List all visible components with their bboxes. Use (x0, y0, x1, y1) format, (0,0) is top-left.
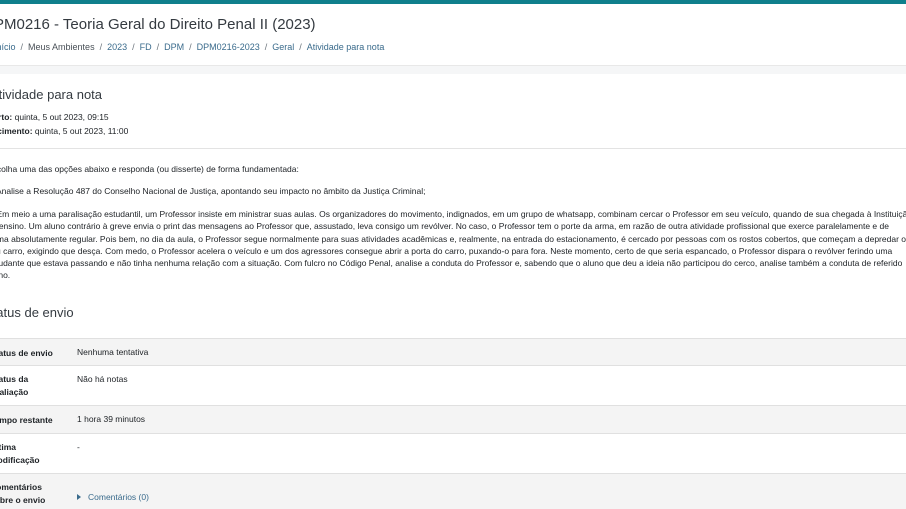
option-2-line: 2. Em meio a uma paralisação estudantil,… (0, 209, 906, 219)
row-value: - (77, 442, 80, 452)
instructions-text: Escolha uma das opções abaixo e responda… (0, 164, 299, 174)
header-gap (0, 66, 906, 74)
row-label: Tempo restante (0, 415, 53, 425)
activity-title: Atividade para nota (0, 87, 103, 102)
course-title: PM0216 - Teoria Geral do Direito Penal I… (0, 16, 316, 33)
breadcrumb-dpm[interactable]: DPM (164, 42, 184, 52)
row-label: Última modificação (0, 442, 40, 465)
row-label: Status da avaliação (0, 374, 29, 397)
caret-right-icon (77, 494, 81, 500)
breadcrumb-separator: / (99, 42, 103, 52)
due-label: Vencimento: (0, 126, 33, 136)
row-value: Nenhuma tentativa (77, 347, 149, 357)
due-value: quinta, 5 out 2023, 11:00 (34, 126, 129, 136)
breadcrumb-separator: / (20, 42, 24, 52)
option-2-line: de ensino. Um aluno contrário à greve en… (0, 221, 889, 232)
row-value: 1 hora 39 minutos (77, 414, 146, 424)
comments-link[interactable]: Comentários (0) (88, 492, 149, 502)
row-label: Comentários sobre o envio (0, 482, 46, 505)
due-date: Vencimento: quinta, 5 out 2023, 11:00 (0, 126, 128, 136)
table-row: Última modificação - (0, 433, 906, 473)
comments-toggle[interactable]: Comentários (0) (77, 492, 149, 502)
option-2-text: 2. Em meio a uma paralisação estudantil,… (0, 208, 906, 282)
opened-value: quinta, 5 out 2023, 09:15 (14, 112, 109, 122)
breadcrumb-fd[interactable]: FD (140, 42, 152, 52)
breadcrumb-course[interactable]: DPM0216-2023 (197, 42, 260, 52)
table-row: Status de envio Nenhuma tentativa (0, 338, 906, 365)
table-row: Comentários sobre o envio Comentários (0… (0, 473, 906, 509)
opened-label: Aberto: (0, 112, 13, 122)
option-2-line: aluno. (0, 270, 11, 281)
breadcrumb-meus-ambientes[interactable]: Meus Ambientes (28, 42, 95, 52)
breadcrumb-separator: / (299, 42, 302, 52)
breadcrumb: Início / Meus Ambientes / 2023 / FD / DPM / DPM021… (0, 42, 384, 52)
row-value: Não há notas (77, 374, 128, 384)
table-row: Status da avaliação Não há notas (0, 365, 906, 405)
table-row: Tempo restante 1 hora 39 minutos (0, 405, 906, 433)
divider (0, 148, 906, 149)
option-2-line: estudante que estava passando e não tinh… (0, 258, 903, 269)
breadcrumb-2023[interactable]: 2023 (107, 42, 127, 52)
page-header: PM0216 - Teoria Geral do Direito Penal I… (0, 4, 906, 66)
row-label: Status de envio (0, 348, 53, 358)
breadcrumb-separator: / (156, 42, 160, 52)
option-1-text: 1. Analise a Resolução 487 do Conselho N… (0, 186, 426, 196)
breadcrumb-geral[interactable]: Geral (272, 42, 294, 52)
breadcrumb-inicio[interactable]: Início (0, 42, 16, 52)
breadcrumb-separator: / (264, 42, 268, 52)
breadcrumb-separator: / (132, 42, 135, 52)
opened-date: Aberto: quinta, 5 out 2023, 09:15 (0, 112, 109, 122)
main-content: Atividade para nota Aberto: quinta, 5 ou… (0, 74, 906, 509)
breadcrumb-separator: / (189, 42, 192, 52)
option-2-line: seu carro, exigindo que desça. Com medo,… (0, 245, 893, 256)
option-2-line: forma absolutamente regular. Pois bem, n… (0, 233, 906, 244)
breadcrumb-atividade[interactable]: Atividade para nota (307, 42, 385, 52)
submission-status-heading: Status de envio (0, 305, 74, 320)
